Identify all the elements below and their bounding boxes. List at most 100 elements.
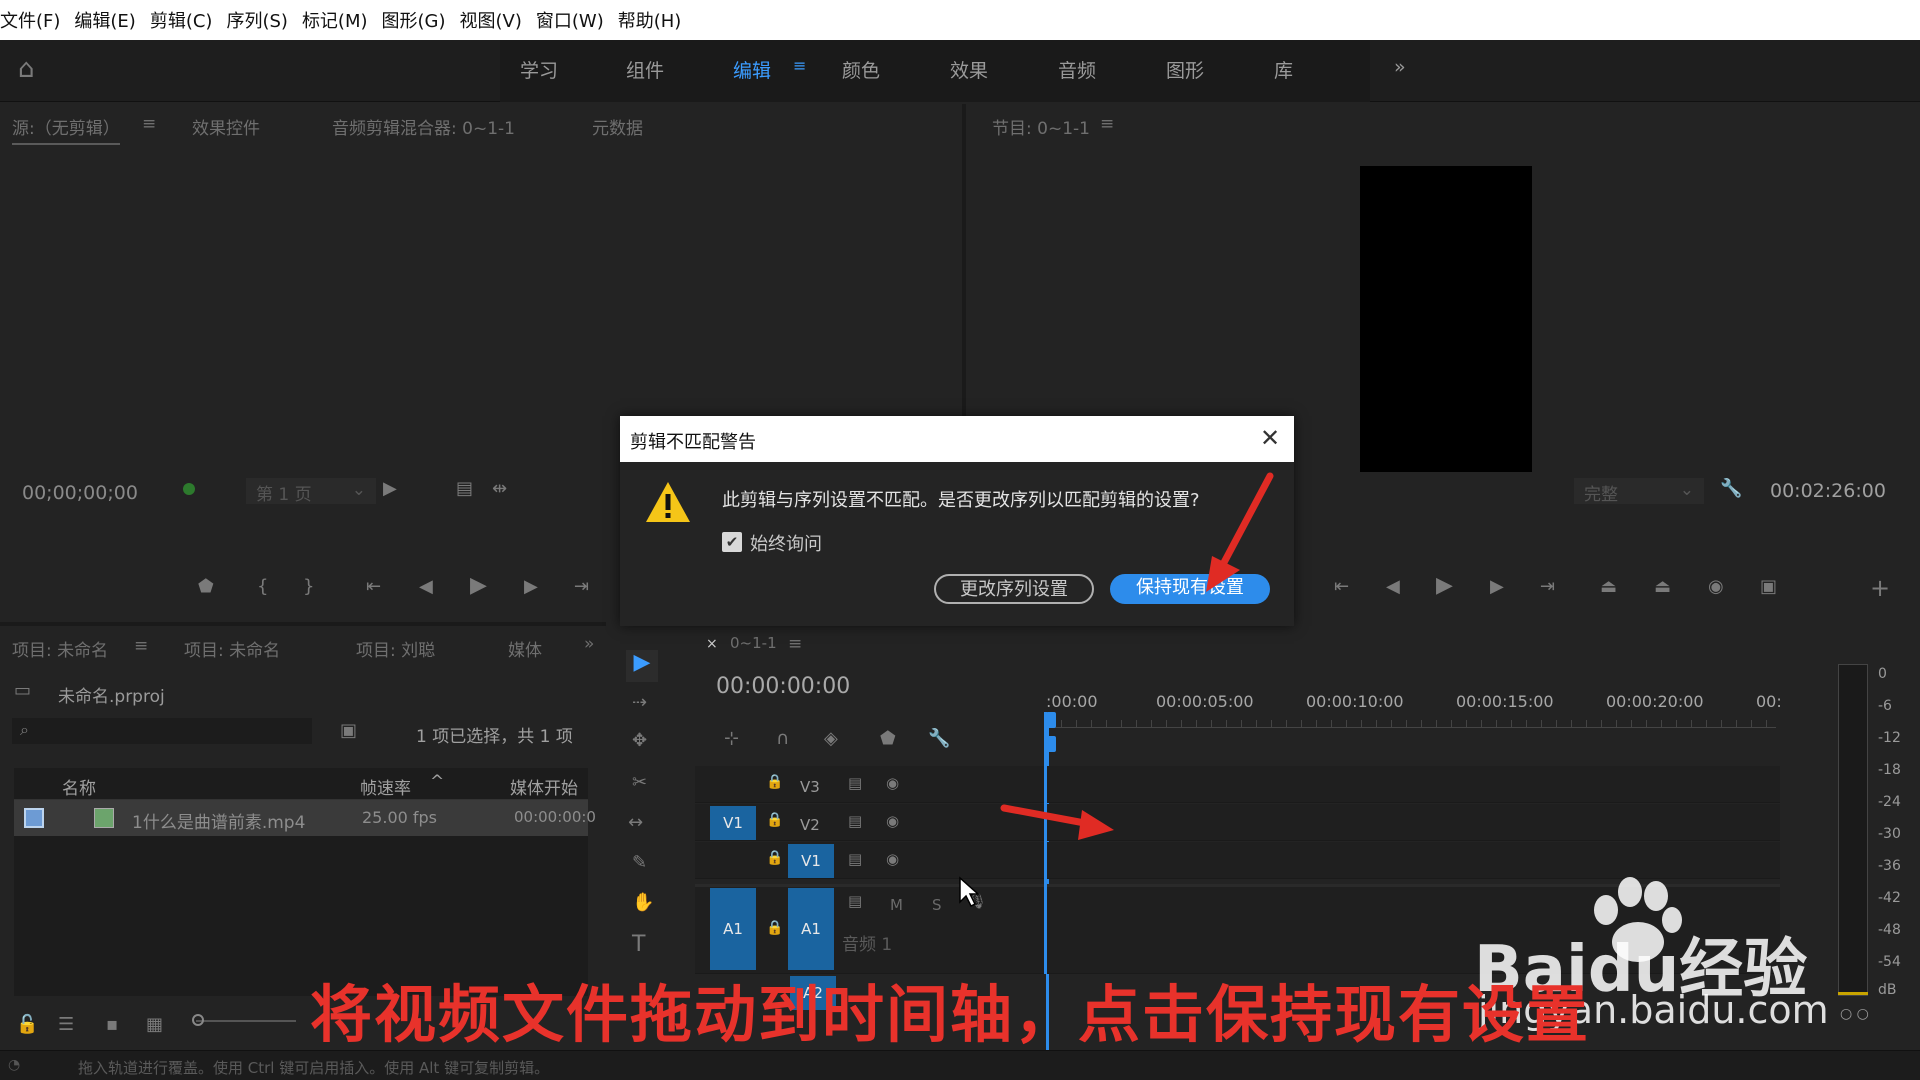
mute-button[interactable]: M <box>890 896 903 914</box>
col-media-start[interactable]: 媒体开始 <box>510 774 588 799</box>
ws-effects[interactable]: 效果 <box>950 56 988 83</box>
slip-icon[interactable]: ↔ <box>628 812 643 833</box>
change-sequence-settings-button[interactable]: 更改序列设置 <box>934 574 1094 604</box>
ws-graphics[interactable]: 图形 <box>1166 56 1204 83</box>
wrench-icon[interactable]: 🔧 <box>1720 478 1742 499</box>
sync-lock-icon[interactable]: ▤ <box>848 850 862 868</box>
lock-icon[interactable]: 🔒 <box>766 850 783 866</box>
go-to-out-icon[interactable]: ⇥ <box>574 576 589 597</box>
go-to-out-icon[interactable]: ⇥ <box>1540 576 1555 597</box>
timeline-settings-icon[interactable]: 🔧 <box>928 728 950 749</box>
track-select-icon[interactable]: ⇢ <box>632 692 647 713</box>
close-icon[interactable]: × <box>706 636 718 652</box>
step-forward-icon[interactable]: ▶ <box>1490 576 1504 597</box>
eye-icon[interactable]: ◉ <box>886 774 899 792</box>
ws-learning[interactable]: 学习 <box>520 56 558 83</box>
track-label-a1[interactable]: A1 <box>788 888 834 970</box>
menu-marker[interactable]: 标记(M) <box>302 7 368 33</box>
pen-icon[interactable]: ✎ <box>632 852 647 873</box>
tab-sequence[interactable]: 0~1-1 <box>730 634 777 652</box>
text-icon[interactable]: T <box>632 932 645 957</box>
export-frame-icon[interactable]: ▤ <box>456 478 473 499</box>
chevron-right-icon[interactable]: » <box>1394 56 1406 78</box>
play-icon[interactable]: ▶ <box>1436 573 1453 598</box>
time-ruler[interactable] <box>1046 720 1776 728</box>
solo-button[interactable]: S <box>932 896 942 914</box>
snap-magnet-icon[interactable]: ∩ <box>776 728 789 749</box>
eye-icon[interactable]: ◉ <box>886 812 899 830</box>
extract-icon[interactable]: ⏏ <box>1654 576 1671 597</box>
tab-menu-icon[interactable]: ≡ <box>1100 114 1114 134</box>
menu-window[interactable]: 窗口(W) <box>536 7 604 33</box>
marker-icon[interactable]: ⬟ <box>198 576 214 597</box>
menu-graphics[interactable]: 图形(G) <box>382 7 446 33</box>
tab-effect-controls[interactable]: 效果控件 <box>192 114 260 139</box>
play-small-icon[interactable]: ▶ <box>383 478 397 499</box>
step-back-icon[interactable]: ◀ <box>419 576 433 597</box>
tab-menu-icon[interactable]: ≡ <box>788 634 802 654</box>
ws-libraries[interactable]: 库 <box>1274 56 1293 83</box>
close-icon[interactable]: ✕ <box>1260 424 1280 452</box>
sort-up-icon[interactable]: ^ <box>430 772 444 792</box>
snap-insert-icon[interactable]: ⊹ <box>724 728 739 749</box>
track-label-v1[interactable]: V1 <box>788 844 834 878</box>
tab-project-1[interactable]: 项目: 未命名 <box>12 636 108 661</box>
camera-icon[interactable]: ◉ <box>1708 576 1724 597</box>
ws-assembly[interactable]: 组件 <box>626 56 664 83</box>
lock-icon[interactable]: 🔒 <box>766 774 783 790</box>
source-timecode[interactable]: 00;00;00;00 <box>22 482 138 504</box>
compare-icon[interactable]: ▣ <box>1760 576 1777 597</box>
zoom-slider-handle[interactable] <box>192 1014 204 1026</box>
ws-audio[interactable]: 音频 <box>1058 56 1096 83</box>
tab-media[interactable]: 媒体 <box>508 636 542 661</box>
ws-menu-icon[interactable]: ≡ <box>793 56 806 75</box>
go-to-in-icon[interactable]: ⇤ <box>366 576 381 597</box>
lock-icon[interactable]: 🔒 <box>766 812 783 828</box>
col-name[interactable]: 名称 <box>62 774 96 799</box>
go-to-in-icon[interactable]: ⇤ <box>1334 576 1349 597</box>
play-icon[interactable]: ▶ <box>470 573 487 598</box>
tab-menu-icon[interactable]: ≡ <box>142 114 156 134</box>
settings-arrows-icon[interactable]: ⇹ <box>492 478 507 499</box>
tab-source[interactable]: 源:（无剪辑） <box>12 114 120 145</box>
tab-menu-icon[interactable]: ≡ <box>134 636 148 656</box>
menu-help[interactable]: 帮助(H) <box>618 7 682 33</box>
col-fps[interactable]: 帧速率 <box>360 774 411 799</box>
step-back-icon[interactable]: ◀ <box>1386 576 1400 597</box>
timeline-timecode[interactable]: 00:00:00:00 <box>716 674 850 699</box>
selection-tool-icon[interactable]: ▶ <box>626 650 658 682</box>
tab-program[interactable]: 节目: 0~1-1 <box>992 114 1090 139</box>
table-row[interactable]: 1什么是曲谱前素.mp4 25.00 fps 00:00:00:0 <box>14 800 596 836</box>
menu-file[interactable]: 文件(F) <box>0 7 60 33</box>
hand-icon[interactable]: ✋ <box>632 892 654 913</box>
solo-dots-icon[interactable]: ○ ○ <box>1840 1006 1869 1022</box>
menu-edit[interactable]: 编辑(E) <box>74 7 135 33</box>
lift-icon[interactable]: ⏏ <box>1600 576 1617 597</box>
tab-project-3[interactable]: 项目: 刘聪 <box>356 636 435 661</box>
fit-dropdown[interactable]: 完整 ⌄ <box>1574 478 1704 505</box>
label-color-swatch[interactable] <box>24 808 44 828</box>
program-timecode[interactable]: 00:02:26:00 <box>1770 480 1886 502</box>
sync-lock-icon[interactable]: ▤ <box>848 812 862 830</box>
linked-selection-icon[interactable]: ◈ <box>824 728 838 749</box>
menu-view[interactable]: 视图(V) <box>460 7 522 33</box>
ws-color[interactable]: 颜色 <box>842 56 880 83</box>
source-patch-a1[interactable]: A1 <box>710 888 756 970</box>
mark-out-icon[interactable]: } <box>303 576 314 597</box>
icon-view-icon[interactable]: ▪ <box>106 1014 118 1035</box>
lock-icon[interactable]: 🔒 <box>766 920 783 936</box>
sync-lock-icon[interactable]: ▤ <box>848 892 862 910</box>
search-input[interactable]: ⌕ <box>12 718 312 744</box>
zoom-slider[interactable] <box>196 1020 296 1022</box>
tab-audio-clip-mixer[interactable]: 音频剪辑混合器: 0~1-1 <box>332 114 515 139</box>
tab-metadata[interactable]: 元数据 <box>592 114 643 139</box>
mark-in-icon[interactable]: { <box>257 576 268 597</box>
new-bin-icon[interactable]: ▣ <box>340 720 357 741</box>
tab-project-2[interactable]: 项目: 未命名 <box>184 636 280 661</box>
add-button-icon[interactable]: + <box>1870 574 1890 602</box>
list-view-icon[interactable]: ☰ <box>58 1014 74 1035</box>
always-ask-checkbox[interactable]: ✔ <box>722 532 742 552</box>
source-patch-v1[interactable]: V1 <box>710 806 756 840</box>
lock-icon[interactable]: 🔓 <box>16 1014 38 1035</box>
step-forward-icon[interactable]: ▶ <box>524 576 538 597</box>
